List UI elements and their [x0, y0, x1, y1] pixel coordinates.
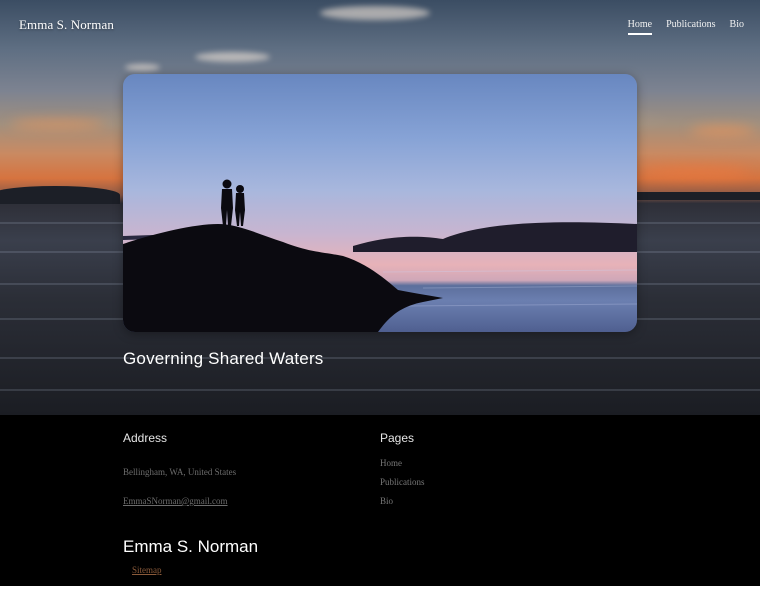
site-title[interactable]: Emma S. Norman [19, 17, 114, 33]
silhouette-scene [123, 179, 637, 332]
address-text: Bellingham, WA, United States [123, 467, 237, 477]
list-item: Home [380, 453, 425, 472]
list-item: Publications [380, 472, 425, 491]
hero-banner: Emma S. Norman Home Publications Bio Gov… [0, 0, 760, 415]
page-heading: Governing Shared Waters [123, 349, 324, 368]
feature-image [123, 74, 637, 332]
water-ripple [0, 389, 760, 391]
address-heading: Address [123, 431, 168, 445]
main-nav: Home Publications Bio [627, 19, 744, 35]
water-ripple [0, 357, 760, 359]
footer-link-home[interactable]: Home [380, 458, 402, 468]
nav-bio[interactable]: Bio [730, 19, 744, 35]
pages-heading: Pages [380, 431, 415, 445]
list-item: Bio [380, 491, 425, 510]
footer-link-bio[interactable]: Bio [380, 496, 393, 506]
nav-home[interactable]: Home [627, 19, 653, 35]
sky-cloud [125, 64, 160, 71]
sitemap-link[interactable]: Sitemap [132, 565, 162, 575]
footer-brand: Emma S. Norman [123, 537, 259, 556]
sunset-glow [690, 126, 755, 135]
footer-pages-list: Home Publications Bio [380, 453, 425, 510]
sky-cloud [320, 6, 430, 20]
distant-shoreline [0, 186, 120, 204]
sunset-glow [10, 120, 105, 128]
email-link[interactable]: EmmaSNorman@gmail.com [123, 496, 228, 506]
sunset-glow [640, 165, 750, 179]
sky-cloud [195, 52, 270, 62]
site-footer: Address Bellingham, WA, United States Em… [0, 415, 760, 586]
footer-link-publications[interactable]: Publications [380, 477, 425, 487]
nav-publications[interactable]: Publications [666, 19, 715, 35]
distant-shoreline [637, 192, 760, 200]
